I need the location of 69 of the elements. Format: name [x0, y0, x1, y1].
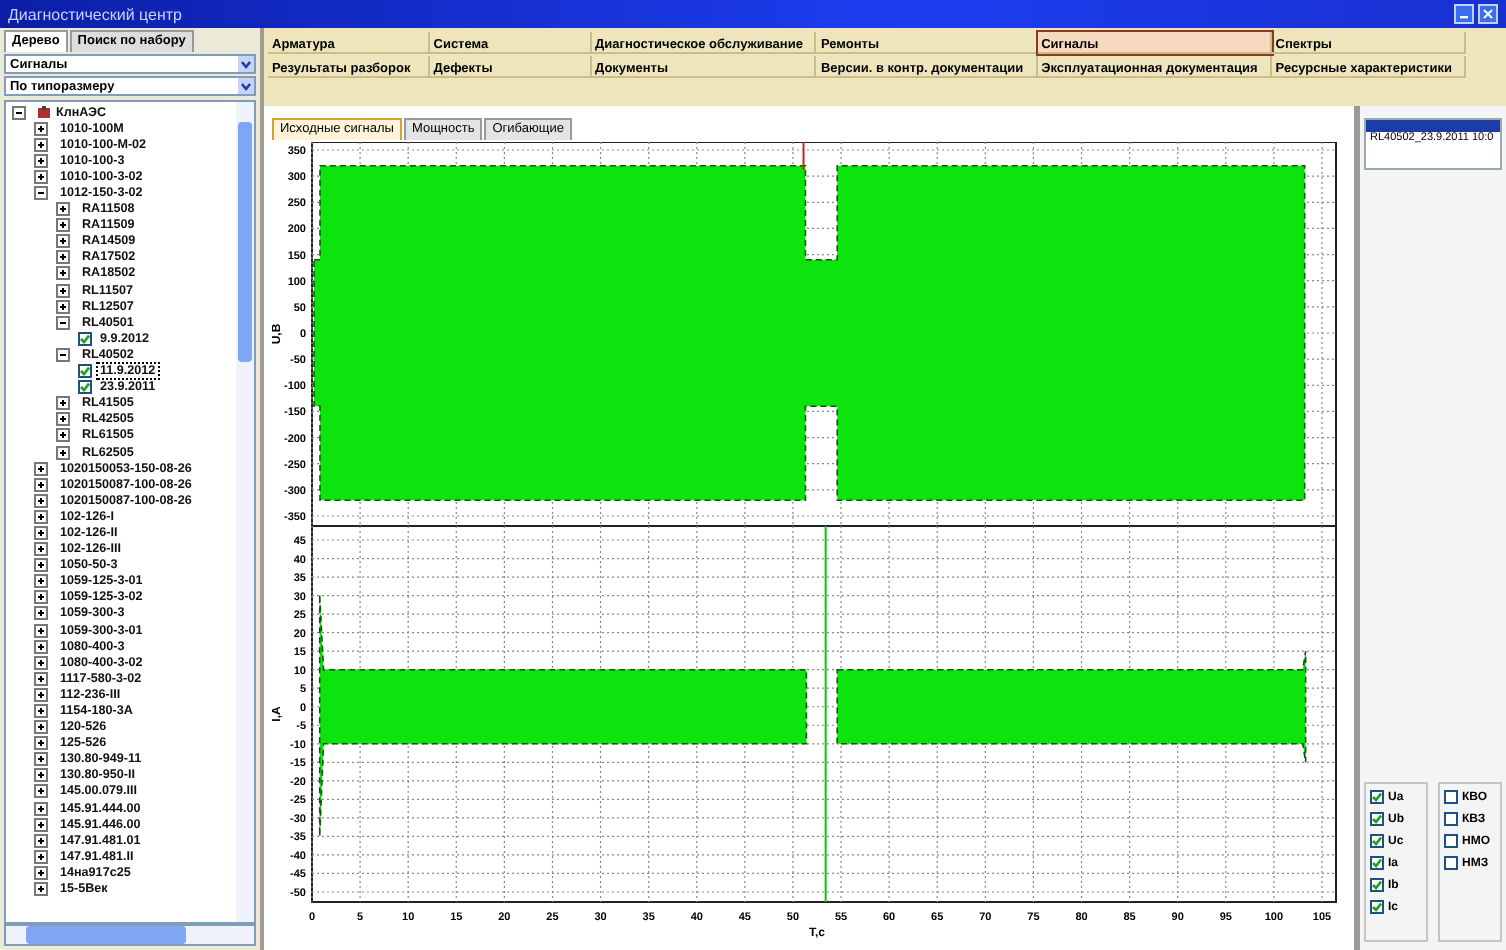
expander-icon[interactable]	[34, 752, 48, 767]
expander-icon[interactable]	[34, 671, 48, 686]
expander-icon[interactable]	[56, 283, 70, 298]
expander-icon[interactable]	[34, 509, 48, 524]
caret-icon	[238, 56, 254, 72]
expander-icon[interactable]	[34, 493, 48, 508]
expander-icon[interactable]	[56, 428, 70, 443]
expander-icon[interactable]	[34, 704, 48, 719]
expander-icon[interactable]	[34, 477, 48, 492]
expander-icon[interactable]	[34, 639, 48, 654]
expander-icon[interactable]	[34, 784, 48, 799]
checkbox[interactable]	[78, 331, 92, 346]
expander-icon[interactable]	[34, 833, 48, 848]
expander-icon[interactable]	[34, 186, 48, 201]
expander-icon[interactable]	[34, 590, 48, 605]
expander-icon[interactable]	[34, 736, 48, 751]
expander-icon[interactable]	[56, 234, 70, 249]
expander-icon[interactable]	[34, 606, 48, 621]
expander-icon[interactable]	[34, 768, 48, 783]
station-icon	[38, 106, 50, 119]
scrollbar[interactable]	[236, 102, 254, 922]
expander-icon[interactable]	[34, 623, 48, 638]
checkbox[interactable]	[78, 364, 92, 379]
expander-icon[interactable]	[34, 817, 48, 832]
expander-icon[interactable]	[34, 687, 48, 702]
checkbox[interactable]	[78, 380, 92, 395]
marker-line	[802, 142, 805, 171]
checkbox[interactable]	[1370, 834, 1384, 848]
expander-icon[interactable]	[56, 218, 70, 233]
window-title: Диагностический центр	[8, 5, 185, 23]
expander-icon[interactable]	[34, 558, 48, 573]
expander-icon[interactable]	[34, 153, 48, 168]
expander-icon[interactable]	[34, 849, 48, 864]
expander-icon[interactable]	[34, 525, 48, 540]
expander-icon[interactable]	[56, 250, 70, 265]
expander-icon[interactable]	[56, 445, 70, 460]
expander-icon[interactable]	[34, 169, 48, 184]
expander-icon[interactable]	[34, 542, 48, 557]
expander-icon[interactable]	[12, 105, 26, 120]
expander-icon[interactable]	[34, 121, 48, 136]
expander-icon[interactable]	[56, 347, 70, 362]
expander-icon[interactable]	[56, 315, 70, 330]
expander-icon[interactable]	[34, 865, 48, 880]
checkbox[interactable]	[1370, 790, 1384, 804]
checkbox[interactable]	[1370, 878, 1384, 892]
checkbox[interactable]	[1444, 790, 1458, 804]
checkbox[interactable]	[1370, 900, 1384, 914]
checkbox[interactable]	[1370, 856, 1384, 870]
expander-icon[interactable]	[34, 574, 48, 589]
expander-icon[interactable]	[34, 801, 48, 816]
minimize-button[interactable]	[1454, 4, 1474, 24]
close-icon	[1482, 8, 1494, 20]
expander-icon[interactable]	[34, 137, 48, 152]
checkbox[interactable]	[1444, 812, 1458, 826]
expander-icon[interactable]	[34, 655, 48, 670]
expander-icon[interactable]	[56, 412, 70, 427]
expander-icon[interactable]	[56, 396, 70, 411]
expander-icon[interactable]	[56, 299, 70, 314]
close-button[interactable]	[1478, 4, 1498, 24]
scrollbar[interactable]	[4, 924, 256, 946]
expander-icon[interactable]	[34, 720, 48, 735]
caret-icon	[238, 78, 254, 94]
expander-icon[interactable]	[34, 882, 48, 897]
checkbox[interactable]	[1370, 812, 1384, 826]
expander-icon[interactable]	[34, 461, 48, 476]
expander-icon[interactable]	[56, 266, 70, 281]
checkbox[interactable]	[1444, 856, 1458, 870]
expander-icon[interactable]	[56, 202, 70, 217]
checkbox[interactable]	[1444, 834, 1458, 848]
